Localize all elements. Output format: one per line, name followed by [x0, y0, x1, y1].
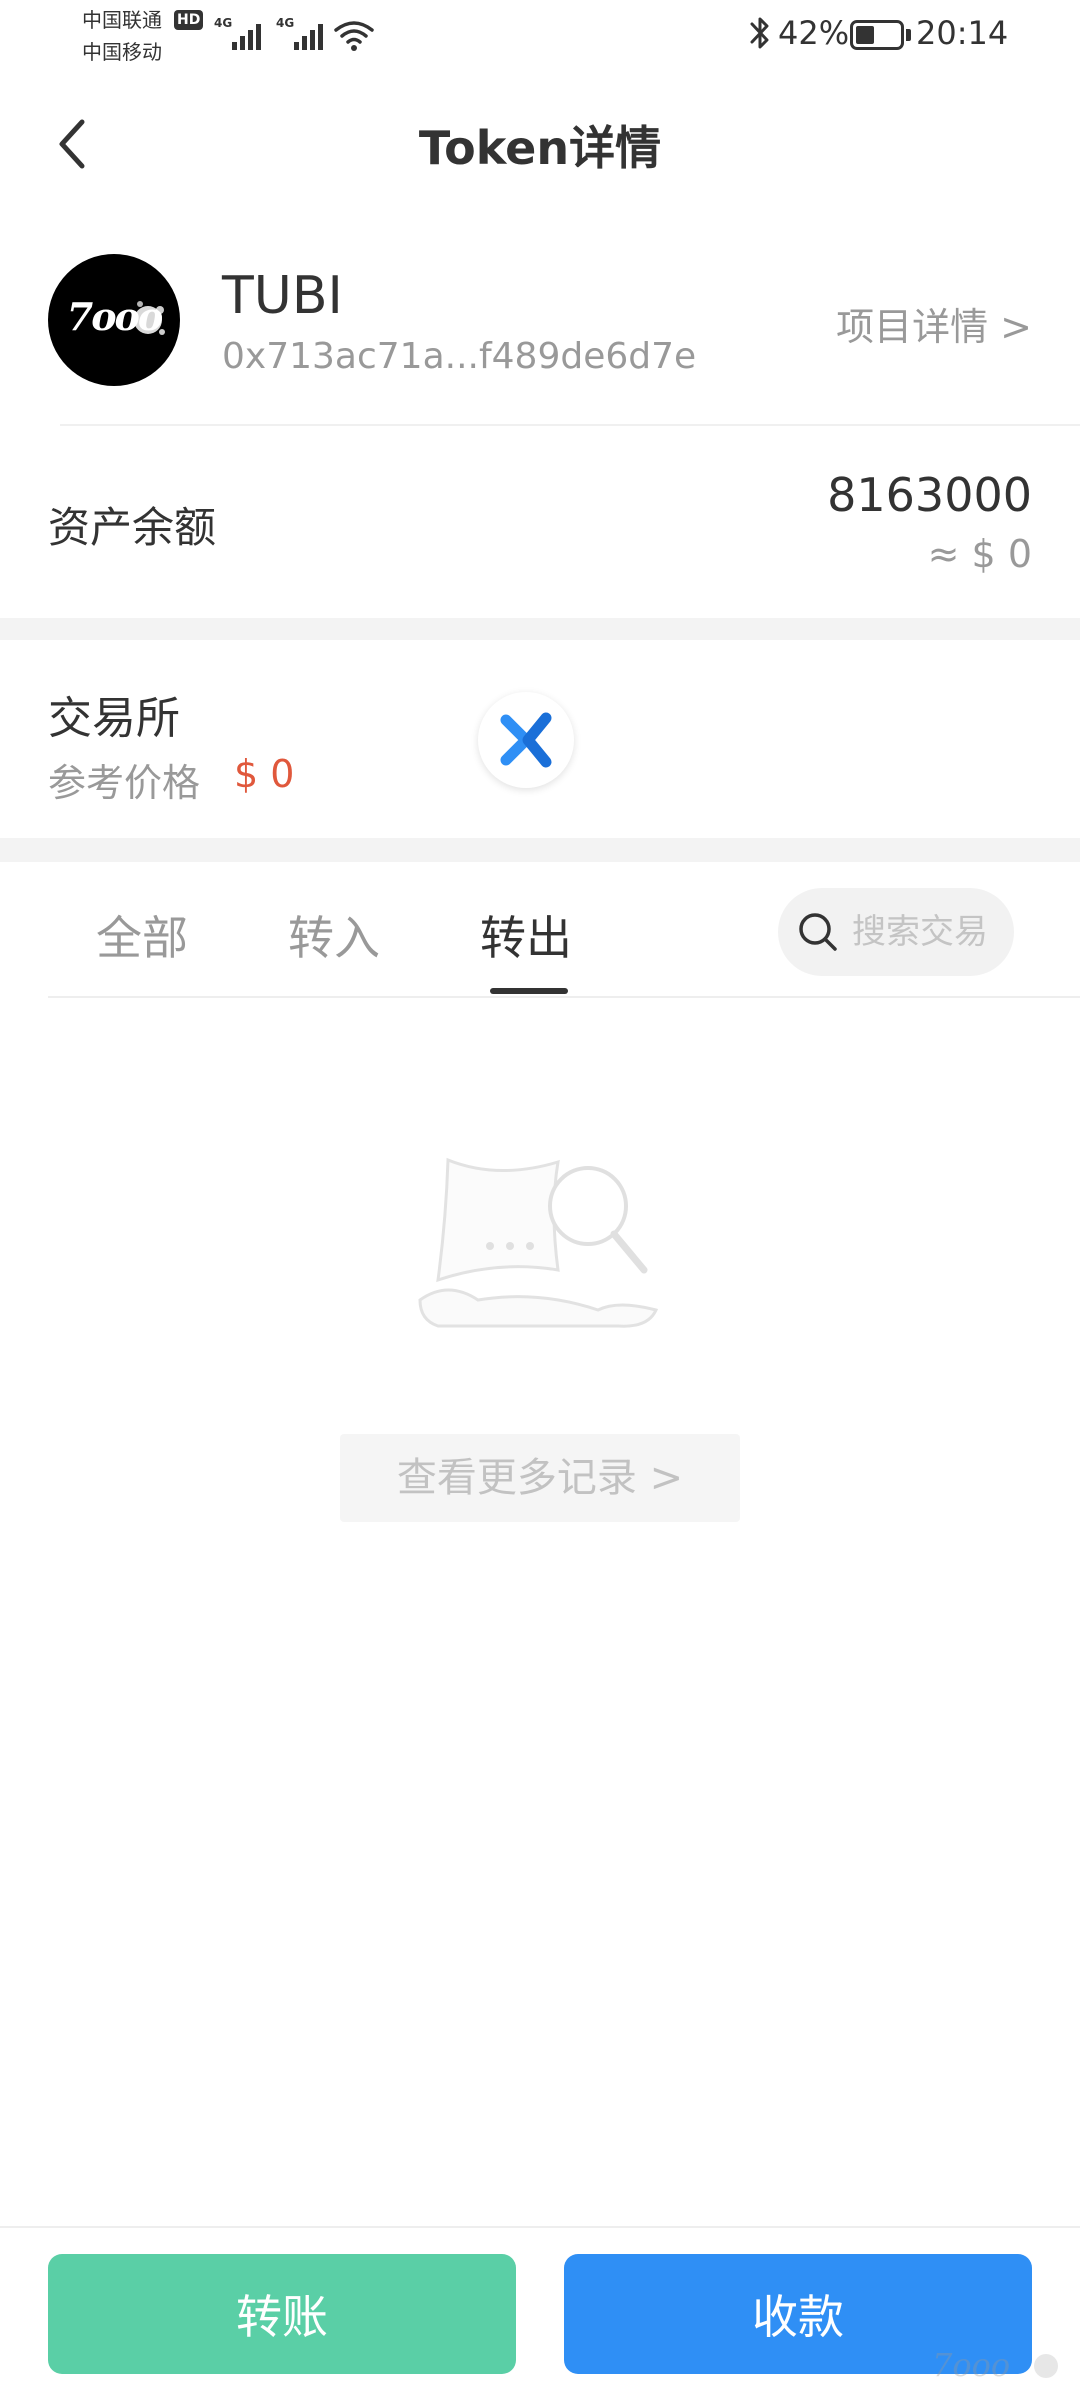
divider	[60, 424, 1080, 426]
view-more-records-button[interactable]: 查看更多记录 >	[340, 1434, 740, 1522]
search-icon	[799, 913, 837, 951]
exchange-x-icon[interactable]	[478, 692, 574, 788]
battery-percent: 42%	[778, 14, 850, 52]
token-detail-page: 中国联通 中国移动 HD 4G 4G 42% 20:14 Token详情 7oo…	[0, 0, 1080, 2400]
status-bar: 中国联通 中国移动 HD 4G 4G 42% 20:14	[0, 0, 1080, 72]
page-title: Token详情	[418, 121, 662, 175]
hd-badge: HD	[174, 10, 204, 30]
section-gap	[0, 618, 1080, 640]
bluetooth-icon	[750, 17, 769, 49]
tab-incoming[interactable]: 转入	[288, 902, 380, 968]
active-tab-indicator	[490, 988, 568, 994]
token-logo-text: 7ooo	[66, 294, 163, 339]
search-input[interactable]	[852, 906, 1014, 958]
tab-all[interactable]: 全部	[96, 902, 188, 968]
tab-outgoing[interactable]: 转出	[480, 902, 572, 968]
balance-value: 8163000	[827, 468, 1032, 522]
network-type-1: 4G	[214, 16, 233, 30]
balance-usd-value: ≈ $ 0	[927, 532, 1032, 576]
token-address[interactable]: 0x713ac71a...f489de6d7e	[222, 336, 696, 377]
token-logo: 7ooo	[48, 254, 180, 386]
reference-price-value: $ 0	[234, 752, 295, 796]
project-details-link[interactable]: 项目详情 >	[836, 296, 1032, 351]
svg-text:7ooo: 7ooo	[932, 2346, 1010, 2384]
reference-price-label: 参考价格	[48, 761, 201, 805]
watermark-logo: 7ooo	[932, 2346, 1058, 2384]
battery-icon	[850, 20, 904, 50]
network-type-2: 4G	[276, 16, 295, 30]
wifi-icon	[334, 21, 374, 51]
battery-tip	[906, 29, 911, 41]
transfer-button[interactable]: 转账	[48, 2254, 516, 2374]
carrier-name-1: 中国联通	[82, 8, 162, 32]
carrier-name-2: 中国移动	[82, 40, 162, 64]
clock: 20:14	[916, 14, 1009, 52]
token-name: TUBI	[222, 266, 343, 326]
balance-label: 资产余额	[48, 503, 217, 552]
search-box[interactable]	[778, 888, 1014, 976]
section-gap	[0, 838, 1080, 862]
exchange-title: 交易所	[48, 693, 180, 744]
empty-search-illustration	[418, 1157, 658, 1328]
bottom-divider	[0, 2226, 1080, 2228]
tabs-divider	[48, 996, 1080, 998]
